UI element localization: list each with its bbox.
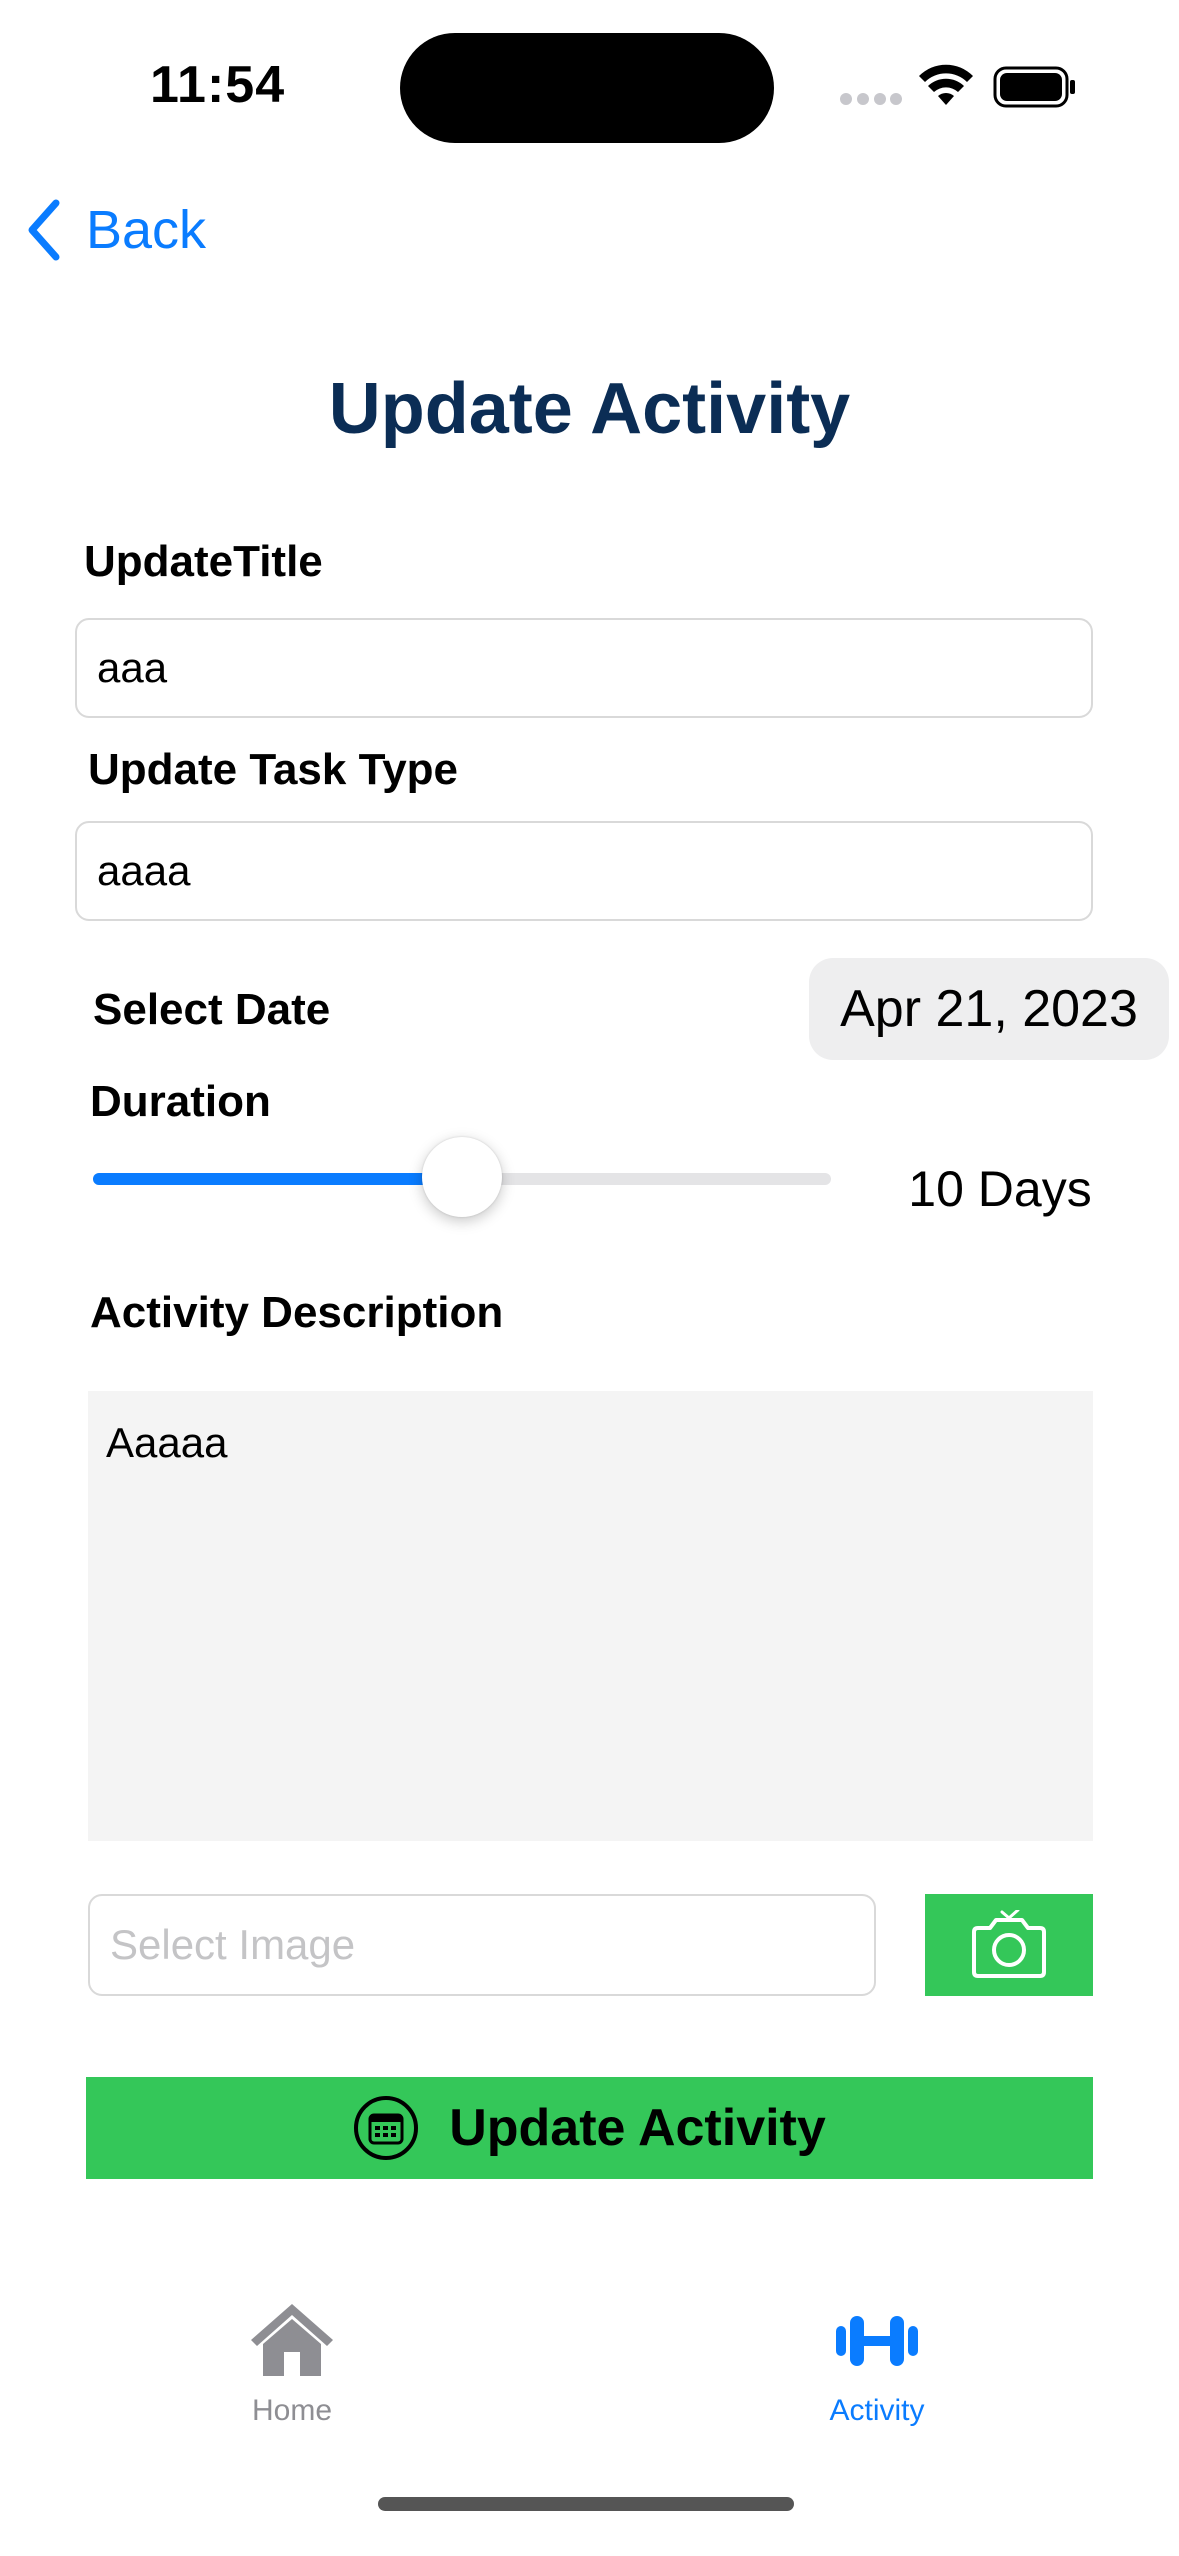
date-label: Select Date [93,985,331,1034]
date-picker[interactable]: Apr 21, 2023 [809,958,1169,1060]
tab-activity-label: Activity [829,2394,925,2427]
calendar-icon [354,2096,419,2160]
page-title: Update Activity [328,369,851,449]
select-image-input[interactable]: Select Image [88,1894,876,1996]
duration-value: 10 Days [908,1161,1092,1217]
description-label: Activity Description [90,1288,504,1337]
camera-icon [972,1910,1046,1978]
house-icon [251,2304,333,2376]
update-activity-label: Update Activity [449,2099,826,2157]
status-time: 11:54 [150,56,286,114]
chevron-left-icon [28,199,60,261]
tab-activity[interactable]: Activity [747,2300,1007,2440]
back-label: Back [86,200,207,260]
tab-home-label: Home [251,2394,333,2427]
dumbbell-icon [836,2316,918,2366]
battery-icon [993,66,1075,108]
duration-slider-fill [93,1173,462,1185]
dynamic-island [400,33,774,143]
duration-label: Duration [90,1077,271,1126]
camera-button[interactable] [925,1894,1093,1996]
update-activity-button[interactable]: Update Activity [86,2077,1093,2179]
title-label: UpdateTitle [84,537,323,586]
task-type-label: Update Task Type [88,745,459,794]
update-activity-screen: 11:54 Back Update Activity UpdateTitle a… [0,0,1179,2556]
home-indicator [378,2497,794,2511]
back-button[interactable]: Back [22,190,206,270]
duration-slider-thumb[interactable] [422,1137,502,1217]
title-input[interactable]: aaa [75,618,1093,718]
cellular-signal-icon [840,93,902,105]
tab-home[interactable]: Home [162,2300,422,2440]
description-textarea[interactable]: Aaaaa [88,1391,1093,1841]
wifi-icon [919,64,973,105]
task-type-input[interactable]: aaaa [75,821,1093,921]
